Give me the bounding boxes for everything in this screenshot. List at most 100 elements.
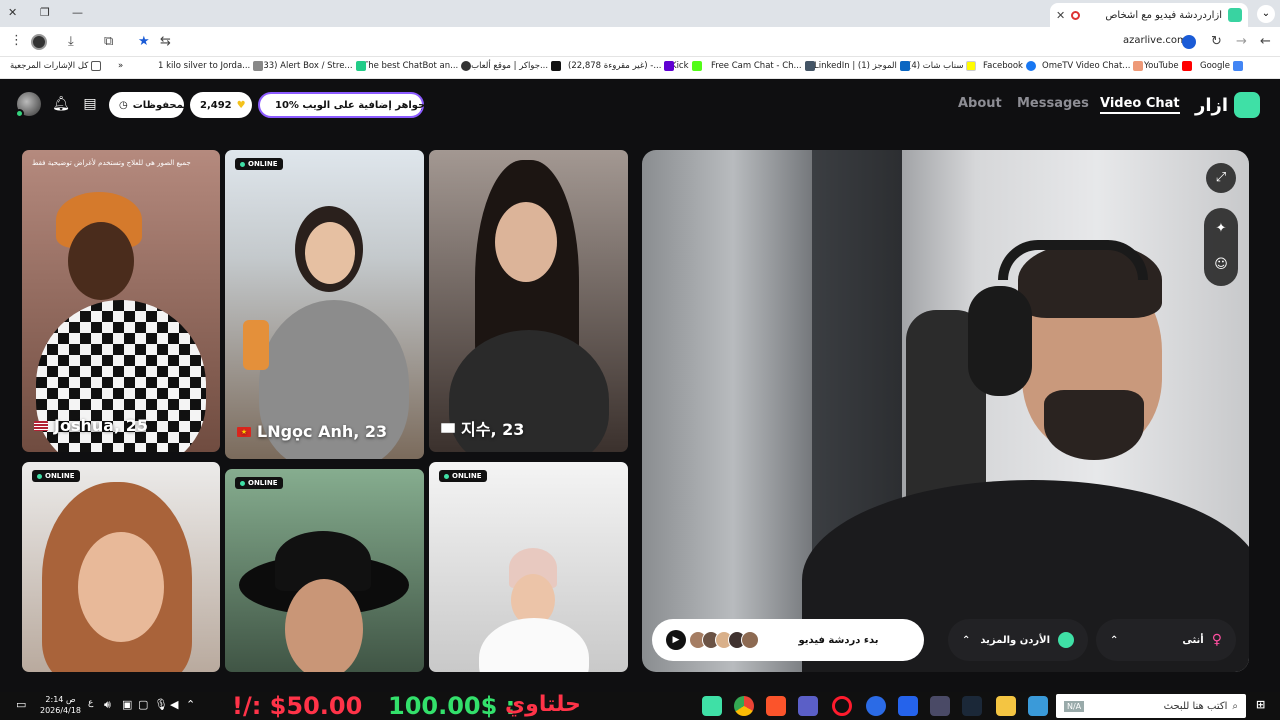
active-app-icon[interactable] bbox=[930, 696, 950, 716]
nav-about[interactable]: About bbox=[958, 96, 1002, 111]
face-filter-icon[interactable]: ☺ bbox=[1206, 250, 1236, 280]
bookmark-kick[interactable]: Kick bbox=[671, 61, 702, 71]
chevron-up-icon: ⌃ bbox=[962, 634, 971, 646]
back-icon[interactable]: ← bbox=[1260, 34, 1271, 49]
bookmark-google[interactable]: Google bbox=[1200, 61, 1243, 71]
install-app-icon[interactable]: ⇆ bbox=[160, 34, 171, 49]
magic-wand-icon[interactable]: ✦ bbox=[1206, 214, 1236, 244]
bookmark-alertbox[interactable]: (33) Alert Box / Stre... bbox=[260, 61, 366, 71]
bookmark-facebook[interactable]: Facebook bbox=[983, 61, 1036, 71]
bookmark-linkedin[interactable]: LinkedIn | (1) الموجز bbox=[814, 61, 910, 71]
saved-button[interactable]: ◷ المحفوظات bbox=[109, 92, 191, 118]
browser-menu-icon[interactable]: ⋮ bbox=[10, 33, 23, 48]
azar-logo[interactable]: ازار bbox=[1195, 92, 1261, 118]
bookmark-snapchat[interactable]: (4) سناب شات bbox=[908, 61, 977, 71]
clock-date: 2026/4/18 bbox=[40, 706, 82, 715]
taskbar-search-input[interactable]: ⌕ اكتب هنا للبحث N/A bbox=[1056, 694, 1246, 718]
azar-app: ازار Video Chat Messages About 10% جواهر… bbox=[0, 80, 1280, 692]
system-clock[interactable]: 2:14 ص 2026/4/18 bbox=[40, 694, 81, 716]
us-flag-icon bbox=[34, 420, 48, 431]
gender-filter-button[interactable]: ♀ أنثى ⌃ bbox=[1096, 619, 1236, 661]
download-icon[interactable]: ⤓ bbox=[68, 34, 74, 49]
azar-app-icon[interactable] bbox=[702, 696, 722, 716]
language-indicator[interactable]: ع bbox=[88, 698, 93, 708]
gender-label: أنثى bbox=[1182, 634, 1204, 646]
bookmark-chatbot[interactable]: The best ChatBot an... bbox=[363, 61, 472, 71]
notification-bell-icon[interactable]: 🔔︎ bbox=[52, 95, 70, 113]
network-icon[interactable]: ▣ bbox=[122, 698, 132, 711]
site-settings-icon[interactable] bbox=[1182, 35, 1196, 49]
korea-flag-icon bbox=[441, 423, 455, 433]
promo-button[interactable]: 10% جواهر إضافية على الويب! bbox=[258, 92, 430, 118]
browser-tab-azar[interactable]: أزاردردشة فيديو مع أشخاص ✕ bbox=[1050, 3, 1248, 27]
bookmark-jawaker[interactable]: جواكر | موقع ألعاب ا... bbox=[466, 61, 562, 71]
fullscreen-toggle-icon[interactable]: ⤢ bbox=[1206, 163, 1236, 193]
display-icon[interactable]: ▢ bbox=[138, 698, 148, 711]
bookmarks-overflow-icon[interactable]: » bbox=[118, 61, 123, 71]
maximize-window-icon[interactable]: ❐ bbox=[40, 6, 50, 19]
bookmark-youtube[interactable]: YouTube bbox=[1144, 61, 1192, 71]
obs-icon[interactable] bbox=[866, 696, 886, 716]
azar-favicon-icon bbox=[1228, 8, 1242, 22]
bookmark-mail[interactable]: (22,878 غير مقروءة) -... bbox=[568, 61, 675, 71]
microphone-icon[interactable]: 🎙︎ bbox=[154, 698, 168, 711]
profile-card[interactable]: 지수, 23 bbox=[429, 150, 628, 452]
chrome-icon[interactable] bbox=[734, 696, 754, 716]
region-label: الأردن والمزيد bbox=[980, 634, 1050, 646]
profile-avatar[interactable] bbox=[31, 34, 47, 50]
start-video-chat-label: بدء دردشة فيديو bbox=[798, 634, 879, 646]
clock-time: 2:14 ص bbox=[45, 695, 76, 704]
profile-name: Joshua, 25 bbox=[34, 416, 148, 435]
online-status-dot bbox=[15, 109, 24, 118]
online-badge: ONLINE bbox=[235, 158, 283, 170]
windows-taskbar: ▭ 2:14 ص 2026/4/18 ع 🔊︎ ▣ ▢ 🎙︎ ◀ ⌃ !/: $… bbox=[0, 692, 1280, 720]
speaker-icon[interactable]: ◀ bbox=[170, 698, 178, 711]
gems-balance-button[interactable]: 2,492 ♥ bbox=[190, 92, 252, 118]
tray-overflow-icon[interactable]: ⌃ bbox=[186, 698, 195, 711]
profile-card[interactable]: جميع الصور هي للعلاج وتستخدم لأغراض توضي… bbox=[22, 150, 220, 452]
forward-icon[interactable]: → bbox=[1236, 34, 1247, 49]
notification-center-icon[interactable]: ▭ bbox=[16, 698, 26, 711]
windows-start-icon[interactable]: ⊞ bbox=[1256, 698, 1265, 711]
local-video-preview: ⤢ ✦ ☺ bbox=[642, 150, 1249, 672]
all-bookmarks-folder[interactable]: كل الإشارات المرجعية bbox=[10, 61, 102, 71]
profile-name: ★ LNgọc Anh, 23 bbox=[237, 422, 387, 441]
azar-logo-text: ازار bbox=[1195, 94, 1229, 116]
bookmark-silver[interactable]: 1 kilo silver to Jorda... bbox=[158, 61, 264, 71]
close-window-icon[interactable]: ✕ bbox=[8, 6, 17, 19]
start-video-chat-button[interactable]: بدء دردشة فيديو ▶ bbox=[652, 619, 924, 661]
bookmark-star-icon[interactable]: ★ bbox=[138, 34, 150, 49]
news-badge: N/A bbox=[1064, 700, 1085, 712]
online-badge: ONLINE bbox=[439, 470, 487, 482]
steam-icon[interactable] bbox=[962, 696, 982, 716]
clock-icon: ◷ bbox=[119, 99, 128, 111]
tab-search-button[interactable]: ⌄ bbox=[1257, 5, 1275, 23]
file-explorer-icon[interactable] bbox=[996, 696, 1016, 716]
profile-card[interactable]: ONLINE ★ LNgọc Anh, 23 bbox=[225, 150, 424, 459]
url-text[interactable]: azarlive.com bbox=[1123, 35, 1187, 46]
gem-icon: ♥ bbox=[236, 99, 246, 111]
profile-card[interactable]: ONLINE bbox=[22, 462, 220, 672]
nav-messages[interactable]: Messages bbox=[1017, 96, 1089, 111]
reload-icon[interactable]: ↻ bbox=[1211, 34, 1222, 49]
opera-icon[interactable] bbox=[832, 696, 852, 716]
profile-card[interactable]: ONLINE bbox=[225, 469, 424, 672]
volume-icon[interactable]: 🔊︎ bbox=[104, 698, 111, 712]
brave-icon[interactable] bbox=[766, 696, 786, 716]
nav-video-chat[interactable]: Video Chat bbox=[1100, 96, 1180, 114]
user-avatar[interactable] bbox=[15, 92, 41, 118]
region-filter-button[interactable]: الأردن والمزيد ⌃ bbox=[948, 619, 1088, 661]
tab-close-icon[interactable]: ✕ bbox=[1056, 9, 1065, 22]
video-camera-icon: ▶ bbox=[666, 630, 686, 650]
store-icon[interactable] bbox=[898, 696, 918, 716]
profile-name: 지수, 23 bbox=[441, 416, 524, 440]
profile-card[interactable]: ONLINE bbox=[429, 462, 628, 672]
ticker-green-text: 100.00$ : bbox=[388, 692, 516, 720]
bookmark-freecam[interactable]: Free Cam Chat - Ch... bbox=[711, 61, 815, 71]
task-view-icon[interactable] bbox=[1028, 696, 1048, 716]
bookmark-ometv[interactable]: OmeTV Video Chat... bbox=[1042, 61, 1144, 71]
extensions-icon[interactable]: ⧉ bbox=[104, 34, 113, 49]
teams-icon[interactable] bbox=[798, 696, 818, 716]
minimize-window-icon[interactable]: — bbox=[72, 6, 83, 19]
inbox-icon[interactable]: ▤ bbox=[81, 95, 99, 113]
